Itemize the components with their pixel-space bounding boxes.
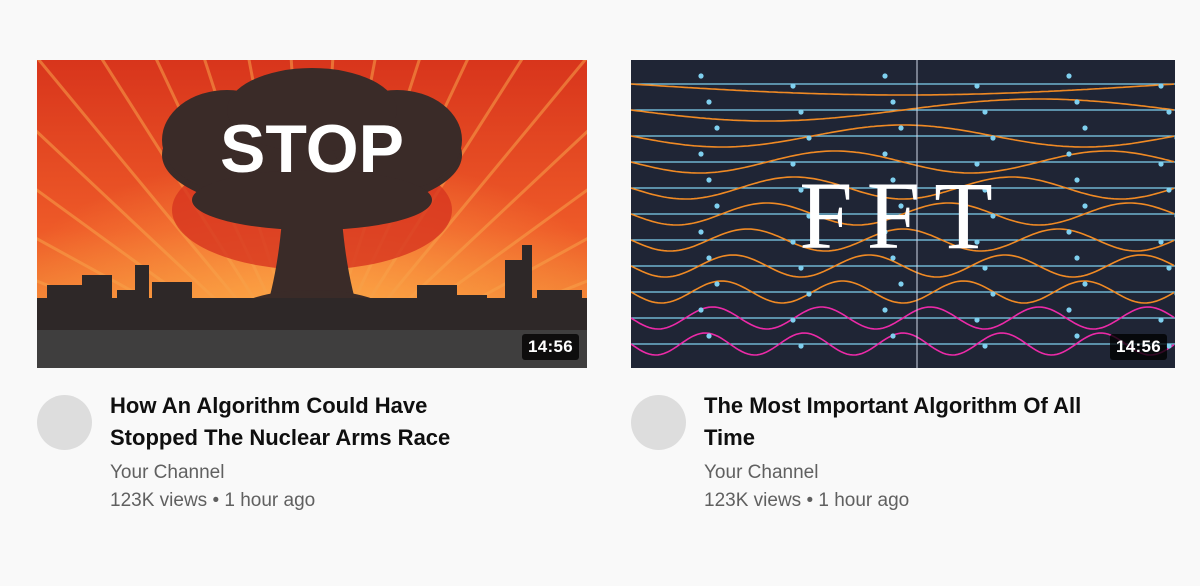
separator-dot: • (212, 490, 220, 511)
view-count: 123K views (704, 490, 802, 511)
channel-name[interactable]: Your Channel (704, 460, 1104, 486)
duration-badge: 14:56 (522, 334, 579, 360)
video-stats: 123K views • 1 hour ago (110, 486, 510, 516)
video-thumbnail[interactable]: FFT 14:56 (631, 60, 1175, 368)
video-stats: 123K views • 1 hour ago (704, 486, 1104, 516)
thumbnail-title-text: FFT (799, 162, 1006, 269)
channel-avatar[interactable] (37, 395, 92, 450)
channel-avatar[interactable] (631, 395, 686, 450)
nuclear-thumbnail-image: STOP (37, 60, 587, 368)
video-title[interactable]: The Most Important Algorithm Of All Time (704, 390, 1104, 454)
video-card[interactable]: STOP 14:56 How An Algorithm Could Have S… (37, 60, 587, 516)
upload-age: 1 hour ago (818, 490, 910, 511)
fft-thumbnail-image: FFT (631, 60, 1175, 368)
upload-age: 1 hour ago (224, 490, 316, 511)
thumbnail-title-text: STOP (220, 111, 404, 187)
video-card[interactable]: FFT 14:56 The Most Important Algorithm O… (631, 60, 1175, 516)
channel-name[interactable]: Your Channel (110, 460, 510, 486)
duration-badge: 14:56 (1110, 334, 1167, 360)
separator-dot: • (806, 490, 814, 511)
view-count: 123K views (110, 490, 208, 511)
video-title[interactable]: How An Algorithm Could Have Stopped The … (110, 390, 510, 454)
video-thumbnail[interactable]: STOP 14:56 (37, 60, 587, 368)
